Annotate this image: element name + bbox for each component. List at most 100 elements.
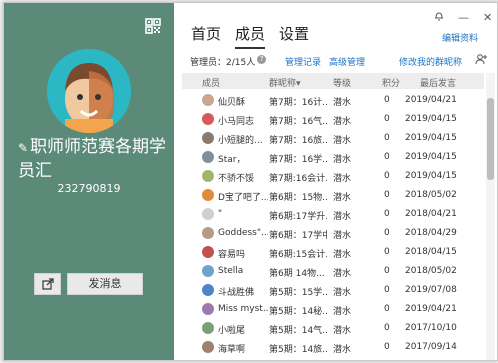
table-row[interactable]: 不骄不馁 第7期:16会计... 潜水 0 2019/04/15 [182, 167, 484, 186]
member-avatar[interactable] [202, 132, 214, 144]
manage-records-link[interactable]: 管理记录 [285, 55, 321, 68]
header-member[interactable]: 成员 [202, 76, 220, 89]
send-message-button[interactable]: 发消息 [67, 273, 143, 295]
header-points[interactable]: 积分 [382, 76, 400, 89]
table-row[interactable]: Goddess"...第6期：17学中... 潜水 0 2018/04/29 [182, 224, 484, 243]
edit-profile-link[interactable]: 编辑资料 [442, 31, 478, 44]
member-points: 0 [384, 171, 390, 181]
member-name: 斗战胜佛 [218, 288, 255, 298]
close-icon[interactable]: ✕ [483, 11, 492, 24]
scrollbar-thumb[interactable] [487, 98, 494, 180]
member-points: 0 [384, 209, 390, 219]
member-name: Star， [218, 155, 246, 165]
minimize-icon[interactable]: — [458, 11, 469, 24]
edit-pencil-icon[interactable]: ✎ [18, 141, 28, 155]
member-avatar[interactable] [202, 227, 214, 239]
member-avatar[interactable] [202, 151, 214, 163]
member-level: 潜水 [333, 269, 352, 279]
member-avatar[interactable] [202, 208, 214, 220]
group-avatar[interactable] [47, 49, 131, 133]
member-name: D宝了吧了... [218, 193, 268, 203]
member-avatar[interactable] [202, 113, 214, 125]
member-avatar[interactable] [202, 94, 214, 106]
group-name: ✎ 职师师范赛各期学员汇 [18, 136, 168, 183]
tab-members[interactable]: 成员 [235, 23, 266, 49]
advanced-manage-link[interactable]: 高级管理 [329, 55, 365, 68]
table-row[interactable]: Miss myst... 第5期：14秘... 潜水 0 2019/04/21 [182, 300, 484, 319]
member-last-speak: 2019/04/21 [405, 95, 457, 105]
member-last-speak: 2017/10/10 [405, 323, 457, 333]
member-level: 潜水 [333, 193, 352, 203]
member-avatar[interactable] [202, 246, 214, 258]
share-button[interactable] [34, 273, 61, 295]
member-last-speak: 2019/04/15 [405, 114, 457, 124]
member-points: 0 [384, 152, 390, 162]
table-row[interactable]: Star， 第7期：16学... 潜水 0 2019/04/15 [182, 148, 484, 167]
edit-nickname-link[interactable]: 修改我的群昵称 [399, 55, 462, 68]
member-name: 海草啊 [218, 345, 246, 355]
member-level: 潜水 [333, 307, 352, 317]
group-name-text: 职师师范赛各期学员汇 [18, 137, 167, 181]
header-level[interactable]: 等级 [333, 76, 351, 89]
member-points: 0 [384, 190, 390, 200]
member-avatar[interactable] [202, 284, 214, 296]
member-level: 潜水 [333, 136, 352, 146]
member-avatar[interactable] [202, 341, 214, 353]
add-member-icon[interactable] [475, 54, 487, 65]
member-last-speak: 2019/04/15 [405, 152, 457, 162]
member-name: 小马同志 [218, 117, 255, 127]
member-card: 第6期：15物... [269, 193, 327, 203]
tab-home[interactable]: 首页 [191, 23, 221, 49]
members-table-header: 成员 群昵称▾ 等级 积分 最后发言 [182, 73, 484, 89]
table-row[interactable]: 斗战胜佛 第5期：15学... 潜水 0 2019/07/08 [182, 281, 484, 300]
table-row[interactable]: 小啦尾 第5期：14气... 潜水 0 2017/10/10 [182, 319, 484, 338]
member-level: 潜水 [333, 155, 352, 165]
table-row[interactable]: D宝了吧了... 第6期：15物... 潜水 0 2018/05/02 [182, 186, 484, 205]
member-avatar[interactable] [202, 303, 214, 315]
member-last-speak: 2019/04/21 [405, 304, 457, 314]
tab-settings[interactable]: 设置 [279, 23, 309, 49]
member-card: 第7期：16气... [269, 117, 327, 127]
member-points: 0 [384, 133, 390, 143]
table-row[interactable]: " 第6期:17学升... 潜水 0 2018/04/21 [182, 205, 484, 224]
sort-down-icon: ▾ [296, 79, 301, 89]
table-row[interactable]: 仙贝酥 第7期：16计... 潜水 0 2019/04/21 [182, 91, 484, 110]
member-points: 0 [384, 95, 390, 105]
member-last-speak: 2019/04/15 [405, 133, 457, 143]
header-card-label: 群昵称 [269, 79, 297, 89]
bell-icon[interactable] [434, 11, 444, 21]
member-avatar[interactable] [202, 265, 214, 277]
admin-count-wrap: 管理员：2/15人? [190, 55, 267, 68]
member-level: 潜水 [333, 345, 352, 355]
member-level: 潜水 [333, 250, 352, 260]
member-name: 不骄不馁 [218, 174, 255, 184]
member-name: 小啦尾 [218, 326, 246, 336]
help-icon[interactable]: ? [257, 55, 267, 64]
table-row[interactable]: 小短腿的... 第7期：16旅... 潜水 0 2019/04/15 [182, 129, 484, 148]
member-avatar[interactable] [202, 189, 214, 201]
header-card[interactable]: 群昵称▾ [269, 76, 301, 89]
table-row[interactable]: 海草啊 第5期：14旅... 潜水 0 2017/09/14 [182, 338, 484, 357]
member-name: Miss myst... [218, 304, 268, 314]
member-card: 第5期：14秘... [269, 307, 327, 317]
header-last-speak[interactable]: 最后发言 [420, 76, 456, 89]
member-card: 第6期 14物... [269, 269, 325, 279]
member-avatar[interactable] [202, 170, 214, 182]
share-icon [41, 278, 54, 290]
member-points: 0 [384, 228, 390, 238]
member-card: 第5期：15学... [269, 288, 327, 298]
member-card: 第7期：16学... [269, 155, 327, 165]
member-last-speak: 2019/07/08 [405, 285, 457, 295]
member-last-speak: 2018/04/21 [405, 209, 457, 219]
qr-code-icon[interactable] [145, 18, 161, 34]
member-card: 第7期：16计... [269, 98, 327, 108]
member-card: 第6期:15会计... [269, 250, 327, 260]
member-last-speak: 2018/05/02 [405, 266, 457, 276]
table-row[interactable]: 小马同志 第7期：16气... 潜水 0 2019/04/15 [182, 110, 484, 129]
member-avatar[interactable] [202, 322, 214, 334]
scrollbar[interactable] [486, 73, 495, 360]
member-level: 潜水 [333, 117, 352, 127]
table-row[interactable]: 容易吗 第6期:15会计... 潜水 0 2018/04/15 [182, 243, 484, 262]
member-name: 仙贝酥 [218, 98, 246, 108]
table-row[interactable]: Stella 第6期 14物... 潜水 0 2018/05/02 [182, 262, 484, 281]
